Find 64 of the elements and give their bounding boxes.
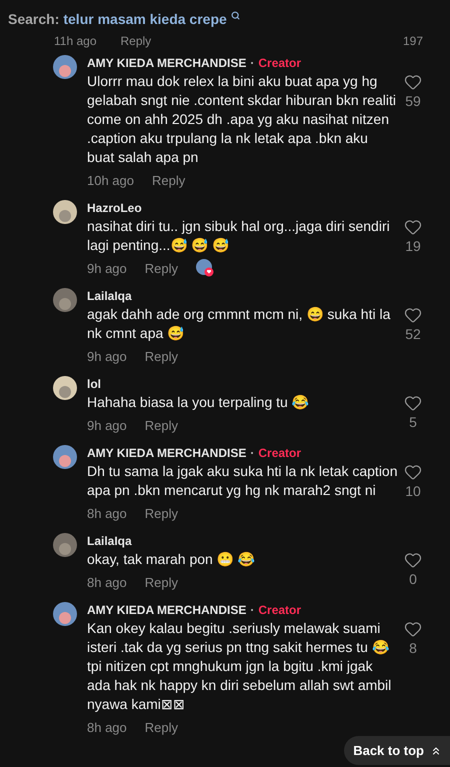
like-count: 10 <box>405 483 421 499</box>
avatar-icon[interactable] <box>53 200 77 224</box>
like-count: 59 <box>405 93 421 109</box>
comment-text: nasihat diri tu.. jgn sibuk hal org...jaga diri sendiri lagi penting...😅 😅 😅 <box>87 217 391 255</box>
comment-text: Dh tu sama la jgak aku suka hti la nk letak caption apa pn .bkn mencarut yg hg nk marah2 sngt ni <box>87 462 399 500</box>
like-count: 5 <box>409 414 417 430</box>
reply-link[interactable]: Reply <box>144 348 178 364</box>
comment-time: 8h ago <box>87 506 127 520</box>
avatar-icon[interactable] <box>53 533 77 557</box>
search-query[interactable]: telur masam kieda crepe <box>63 11 227 27</box>
avatar-icon[interactable] <box>53 376 77 400</box>
separator-dot: · <box>250 445 254 461</box>
comment-author[interactable]: AMY KIEDA MERCHANDISE <box>87 445 246 461</box>
back-to-top-button[interactable]: Back to top <box>344 736 450 765</box>
comment-time: 10h ago <box>87 172 134 188</box>
comment-time: 8h ago <box>87 574 127 590</box>
comment-text: Hahaha biasa la you terpaling tu 😂 <box>87 393 310 412</box>
creator-label: Creator <box>258 602 302 618</box>
comment-author[interactable]: AMY KIEDA MERCHANDISE <box>87 55 246 71</box>
search-icon[interactable] <box>230 11 240 20</box>
like-icon[interactable] <box>404 463 422 481</box>
like-icon[interactable] <box>404 218 422 236</box>
reply-link[interactable]: Reply <box>144 720 178 734</box>
reply-link[interactable]: Reply <box>152 172 186 188</box>
like-count: 197 <box>402 34 424 49</box>
like-count: 52 <box>405 326 421 342</box>
creator-liked-icon <box>196 259 214 277</box>
like-icon[interactable] <box>404 620 422 638</box>
comment-text: agak dahh ade org cmmnt mcm ni, 😄 suka hti la nk cmnt apa 😅 <box>87 305 392 343</box>
like-icon[interactable] <box>404 306 422 324</box>
avatar-icon[interactable] <box>53 445 77 469</box>
comment-time: 11h ago <box>54 34 96 49</box>
comment-time: 9h ago <box>87 348 127 364</box>
like-icon[interactable] <box>404 551 422 569</box>
separator-dot: · <box>250 602 254 618</box>
reply-link[interactable]: Reply <box>144 418 178 432</box>
search-label: Search: <box>8 11 60 27</box>
comment-author[interactable]: LailaIqa <box>87 533 132 549</box>
like-icon[interactable] <box>404 394 422 412</box>
comment-time: 9h ago <box>87 260 127 276</box>
comment-text: Kan okey kalau begitu .seriusly melawak suami isteri .tak da yg serius pn ttng sakit hermes tu 😂 tpi nitizen cpt mnghukum jgn la bgitu .kmi jgak ada hak nk happy kn diri sebelum allah swt ambil nyawa kami⊠⊠ <box>87 619 392 714</box>
avatar-icon[interactable] <box>53 288 77 312</box>
avatar-icon[interactable] <box>53 602 77 626</box>
reply-link[interactable]: Reply <box>144 260 178 276</box>
like-icon[interactable] <box>404 73 422 91</box>
comment-text: Ulorrr mau dok relex la bini aku buat apa yg hg gelabah sngt nie .content skdar hiburan bkn realiti come on ahh 2025 dh .apa yg aku nasihat nitzen .caption aku trpulang la nk letak apa .bkn aku buat salah apa pn <box>87 72 397 167</box>
comment-text: okay, tak marah pon 😬 😂 <box>87 550 256 569</box>
reply-link[interactable]: Reply <box>120 34 152 49</box>
comment-author[interactable]: HazroLeo <box>87 200 142 216</box>
chevrons-up-icon <box>430 744 442 756</box>
avatar-icon[interactable] <box>53 55 77 79</box>
comment-time: 9h ago <box>87 418 127 432</box>
like-count: 19 <box>405 238 421 254</box>
creator-label: Creator <box>258 55 302 71</box>
comment-author[interactable]: AMY KIEDA MERCHANDISE <box>87 602 246 618</box>
comment-author[interactable]: lol <box>87 376 101 392</box>
reply-link[interactable]: Reply <box>144 574 178 590</box>
reply-link[interactable]: Reply <box>144 506 178 520</box>
like-count: 8 <box>409 640 417 656</box>
separator-dot: · <box>250 55 254 71</box>
comment-author[interactable]: LailaIqa <box>87 288 132 304</box>
like-count: 0 <box>409 571 417 587</box>
comment-time: 8h ago <box>87 720 127 734</box>
creator-label: Creator <box>258 445 302 461</box>
